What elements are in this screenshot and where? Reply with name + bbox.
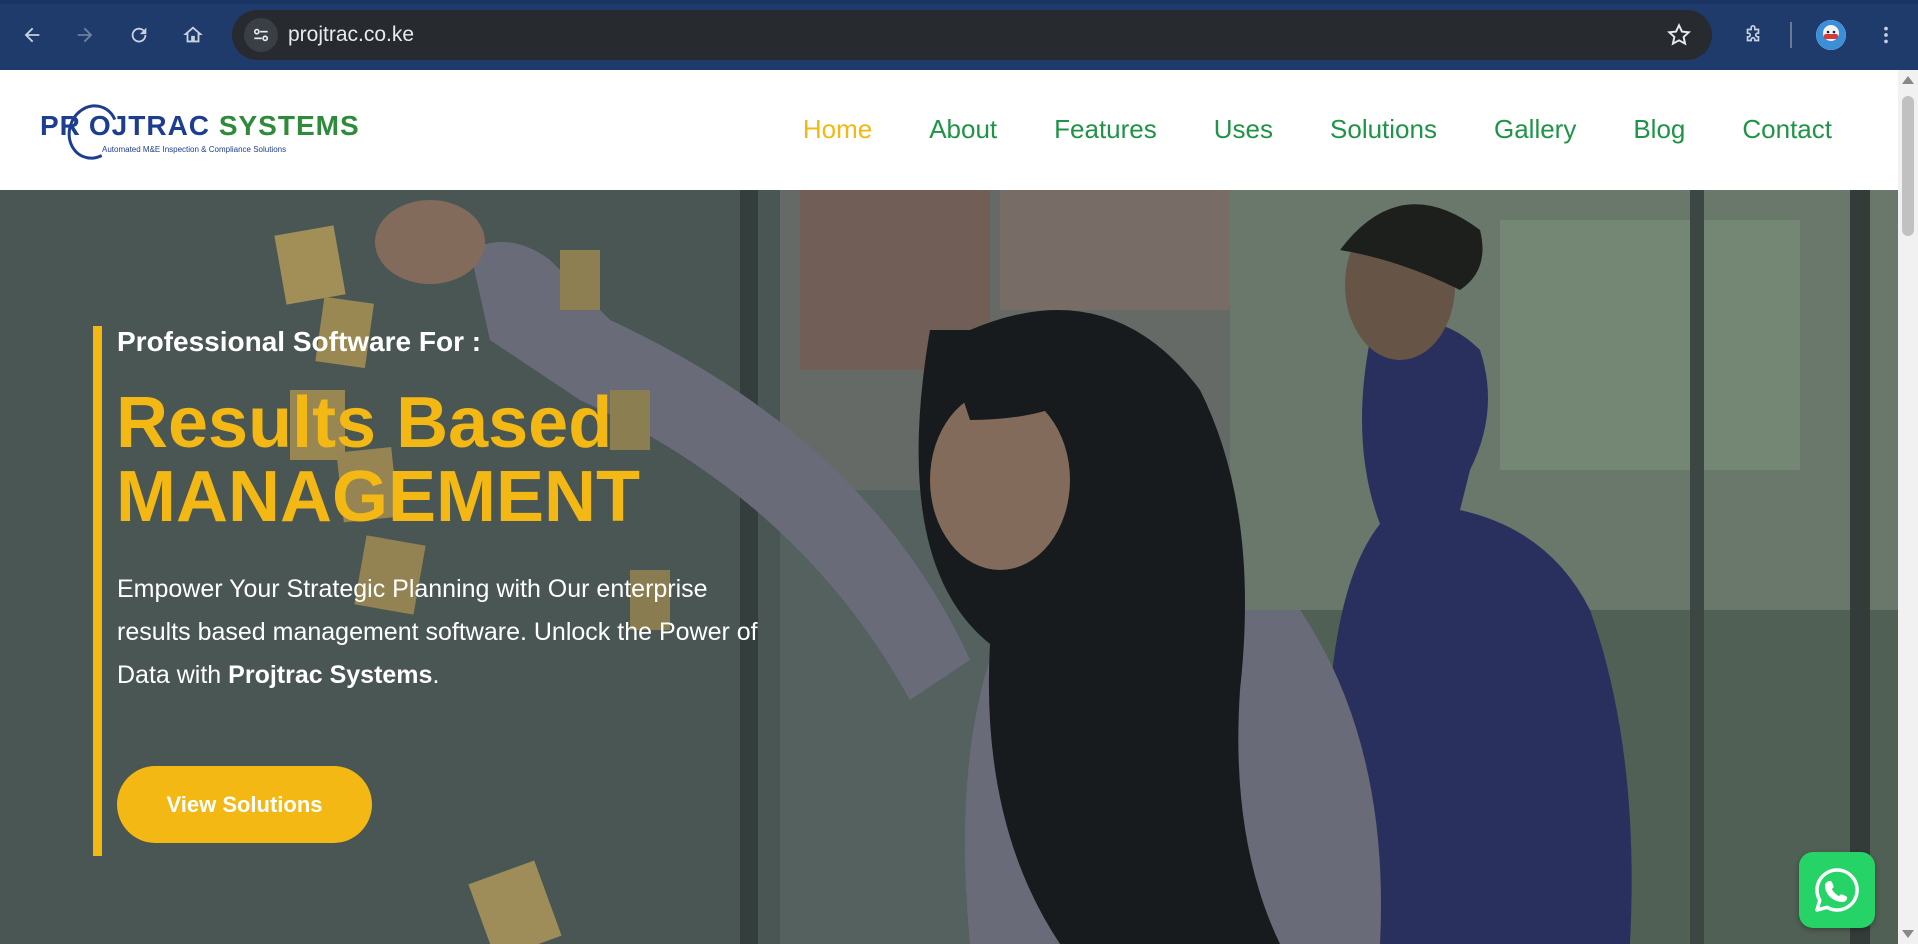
home-button[interactable] (175, 17, 211, 53)
back-icon (24, 27, 40, 43)
home-icon (183, 26, 203, 43)
reload-button[interactable] (121, 17, 157, 53)
logo-text-pr: PR (40, 110, 81, 141)
site-logo[interactable]: PR OJTRAC SYSTEMS Automated M&E Inspectio… (38, 97, 359, 167)
nav-blog[interactable]: Blog (1633, 114, 1685, 145)
nav-contact[interactable]: Contact (1742, 114, 1832, 145)
site-header: PR OJTRAC SYSTEMS Automated M&E Inspectio… (0, 70, 1898, 190)
star-icon[interactable] (1666, 22, 1692, 48)
back-button[interactable] (14, 17, 50, 53)
forward-icon (77, 27, 93, 43)
hero-section: Professional Software For : Results Base… (0, 190, 1898, 944)
nav-gallery[interactable]: Gallery (1494, 114, 1576, 145)
main-nav: Home About Features Uses Solutions Galle… (746, 114, 1832, 145)
nav-features[interactable]: Features (1054, 114, 1157, 145)
forward-button[interactable] (67, 17, 103, 53)
nav-uses[interactable]: Uses (1214, 114, 1273, 145)
hero-headline-line2: MANAGEMENT (116, 457, 640, 537)
hero-headline: Results Based MANAGEMENT (116, 386, 640, 534)
nav-about[interactable]: About (929, 114, 997, 145)
hero-kicker: Professional Software For : (117, 326, 482, 357)
reload-icon (131, 27, 147, 43)
toolbar-separator (1790, 22, 1792, 48)
address-bar[interactable]: projtrac.co.ke (232, 10, 1712, 60)
whatsapp-icon (1815, 868, 1859, 912)
logo-wordmark: PR OJTRAC SYSTEMS (40, 110, 360, 142)
logo-text-systems: SYSTEMS (218, 110, 360, 141)
nav-home[interactable]: Home (803, 114, 872, 145)
profile-avatar[interactable] (1816, 20, 1846, 50)
scroll-down-arrow[interactable] (1902, 930, 1914, 938)
hero-accent-bar (93, 326, 102, 856)
window-top-edge (0, 0, 1918, 4)
scroll-up-arrow[interactable] (1902, 76, 1914, 84)
whatsapp-button[interactable] (1799, 852, 1875, 928)
url-text[interactable]: projtrac.co.ke (288, 23, 414, 47)
avatar-image (1816, 20, 1846, 50)
browser-menu-button[interactable] (1868, 17, 1904, 53)
browser-toolbar: projtrac.co.ke (0, 0, 1918, 70)
site-info-icon (253, 28, 269, 42)
extensions-button[interactable] (1735, 17, 1771, 53)
logo-tagline: Automated M&E Inspection & Compliance So… (102, 145, 287, 154)
hero-headline-line1: Results Based (116, 383, 613, 463)
site-info-button[interactable] (244, 18, 278, 52)
view-solutions-button[interactable]: View Solutions (117, 766, 372, 843)
hero-description-brand: Projtrac Systems (228, 661, 433, 689)
extensions-icon (1746, 25, 1760, 42)
page-scrollbar[interactable] (1898, 70, 1918, 944)
hero-description: Empower Your Strategic Planning with Our… (117, 568, 777, 697)
nav-solutions[interactable]: Solutions (1330, 114, 1437, 145)
hero-description-end: . (432, 661, 440, 689)
scrollbar-thumb[interactable] (1902, 96, 1914, 236)
menu-icon (1884, 26, 1888, 44)
logo-text-ojtrac: OJTRAC (88, 110, 211, 141)
